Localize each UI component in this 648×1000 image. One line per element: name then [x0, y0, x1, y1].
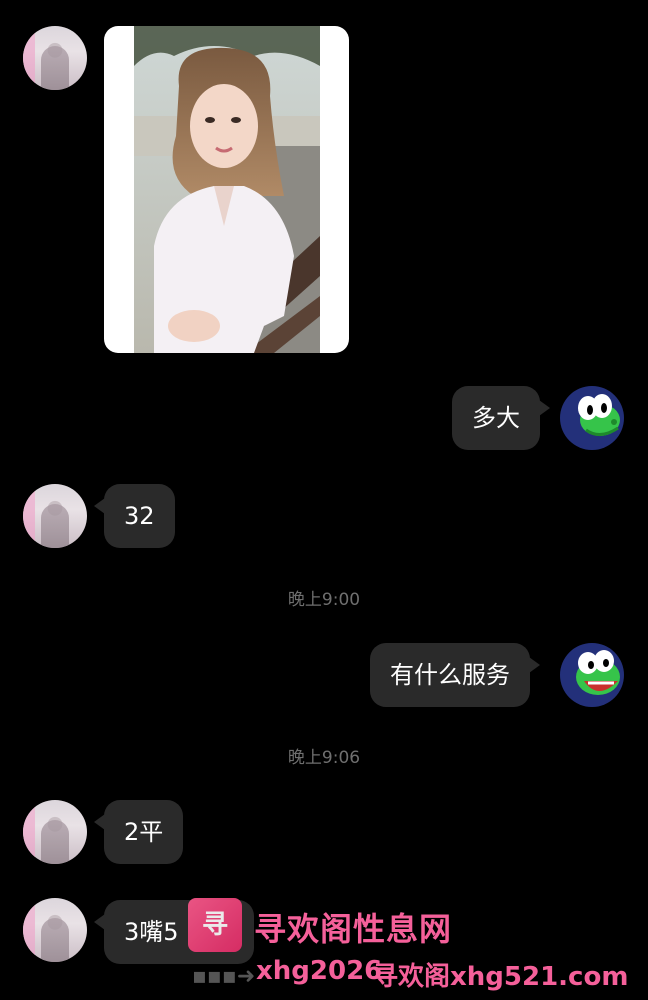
message-bubble[interactable]: 多大: [452, 386, 550, 450]
avatar-figure: [41, 918, 69, 962]
photo-illustration: [134, 26, 320, 353]
message-bubble[interactable]: 32: [94, 484, 175, 548]
self-avatar[interactable]: [560, 386, 624, 450]
message-bubble[interactable]: 2平: [93, 800, 184, 864]
watermark-url-right: 寻欢阁xhg521.com: [372, 962, 629, 992]
contact-avatar[interactable]: [23, 26, 87, 90]
contact-avatar[interactable]: [23, 898, 87, 962]
timestamp: 晚上9:00: [287, 590, 361, 610]
contact-avatar[interactable]: [23, 484, 87, 548]
avatar-bg: [23, 898, 35, 962]
avatar-figure: [41, 820, 69, 864]
photo-image: [134, 26, 320, 353]
photo-message[interactable]: [104, 26, 349, 353]
yoshi-icon: [578, 394, 620, 436]
avatar-figure: [41, 504, 69, 548]
avatar-bg: [23, 484, 35, 548]
watermark-logo-icon: 寻: [188, 898, 242, 952]
yoshi-icon: [576, 650, 620, 695]
watermark-title: 寻欢阁性息网: [254, 910, 453, 948]
message-bubble[interactable]: 有什么服务: [370, 643, 540, 707]
avatar-bg: [23, 800, 35, 864]
avatar-bg: [23, 26, 35, 90]
watermark-url-left: xhg2026: [256, 956, 383, 986]
arrow-right-icon: ▪▪▪➜: [192, 964, 256, 989]
avatar-figure: [41, 46, 69, 90]
timestamp: 晚上9:06: [287, 748, 361, 768]
self-avatar[interactable]: [560, 643, 624, 707]
contact-avatar[interactable]: [23, 800, 87, 864]
